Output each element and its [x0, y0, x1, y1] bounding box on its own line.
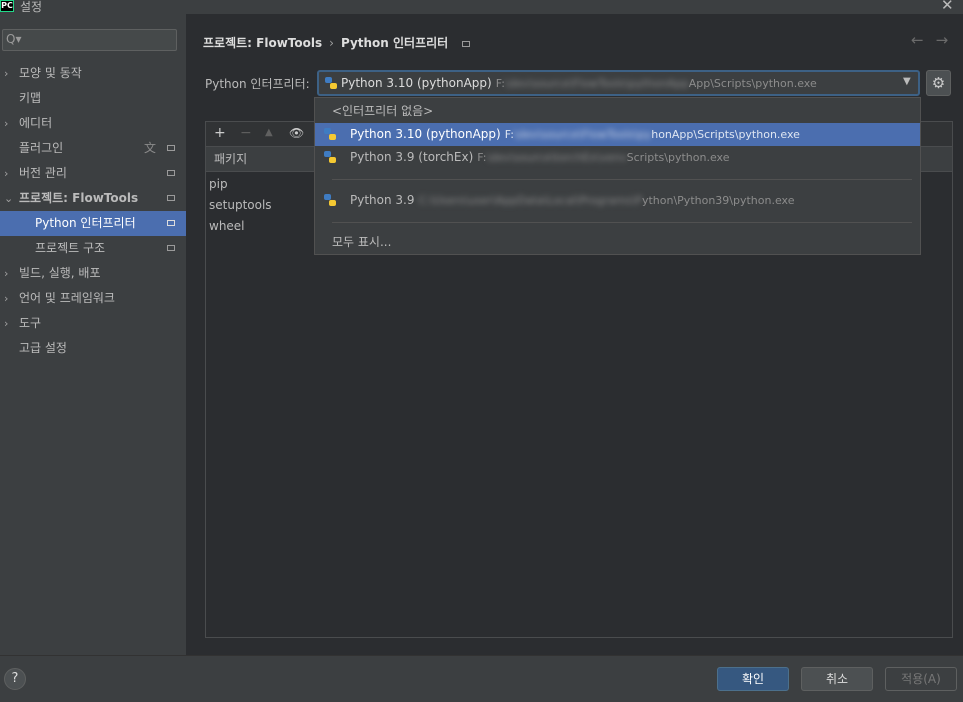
pycharm-logo-icon: PC: [0, 0, 14, 12]
dropdown-item-label: Python 3.9: [350, 193, 415, 207]
apply-button[interactable]: 적용(A): [885, 667, 957, 691]
dropdown-item-path-blurred: \dev\source\FlowTools\py: [513, 128, 652, 141]
add-package-icon[interactable]: +: [214, 125, 226, 141]
sidebar-item-label: 키맵: [19, 91, 42, 105]
breadcrumb-separator: ›: [329, 36, 334, 50]
breadcrumb: 프로젝트: FlowTools › Python 인터프리터: [203, 34, 471, 51]
chevron-right-icon: ›: [4, 167, 9, 180]
sidebar-item-version-control[interactable]: › 버전 관리: [0, 161, 186, 186]
project-level-icon: [167, 220, 175, 226]
dropdown-item-python39[interactable]: Python 3.9 C:\Users\user\AppData\Local\Pr…: [315, 189, 920, 212]
sidebar-item-appearance[interactable]: › 모양 및 동작: [0, 61, 186, 86]
python-icon: [324, 151, 336, 163]
sidebar-item-label: 프로젝트 구조: [35, 241, 106, 255]
title-bar: PC 설정 ✕: [0, 0, 963, 14]
sidebar-item-label: 빌드, 실행, 배포: [19, 266, 101, 280]
project-level-icon: [167, 170, 175, 176]
close-icon[interactable]: ✕: [941, 0, 954, 14]
chevron-right-icon: ›: [4, 292, 9, 305]
chevron-right-icon: ›: [4, 117, 9, 130]
sidebar-item-languages[interactable]: › 언어 및 프레임워크: [0, 286, 186, 311]
dropdown-item-python310[interactable]: Python 3.10 (pythonApp) F:\dev\source\Flo…: [315, 123, 920, 146]
sidebar-item-project[interactable]: ⌄ 프로젝트: FlowTools: [0, 186, 186, 211]
sidebar-item-advanced[interactable]: 고급 설정: [0, 336, 186, 361]
window-title: 설정: [20, 0, 43, 14]
interpreter-combobox[interactable]: Python 3.10 (pythonApp) F:\dev\source\Flo…: [317, 70, 920, 96]
dropdown-item-label: Python 3.9 (torchEx): [350, 150, 474, 164]
dropdown-item-path-blurred: \dev\source\torchEx\venv: [486, 151, 627, 164]
help-button[interactable]: ?: [4, 668, 26, 690]
sidebar-item-label: 에디터: [19, 116, 53, 130]
settings-search-input[interactable]: Q▾: [2, 29, 177, 51]
project-level-icon: [462, 40, 471, 47]
dropdown-item-label: Python 3.10 (pythonApp): [350, 127, 501, 141]
dropdown-item-path-blurred: C:\Users\user\AppData\Local\Programs\P: [418, 194, 642, 207]
project-level-icon: [167, 245, 175, 251]
dialog-footer: ? 확인 취소 적용(A): [0, 655, 963, 702]
column-header-package[interactable]: 패키지: [214, 147, 247, 171]
interpreter-path-prefix: F:: [495, 77, 505, 90]
table-row[interactable]: pip: [209, 177, 228, 191]
dropdown-arrow-icon[interactable]: ▼: [903, 76, 911, 87]
interpreter-path-suffix: App\Scripts\python.exe: [688, 77, 817, 90]
settings-sidebar: Q▾ › 모양 및 동작 키맵 › 에디터 플러그인 文 › 버전 관리 ⌄ 프…: [0, 14, 186, 655]
sidebar-item-tools[interactable]: › 도구: [0, 311, 186, 336]
chevron-right-icon: ›: [4, 67, 9, 80]
dropdown-item-label: 모두 표시...: [332, 235, 392, 249]
remove-package-icon[interactable]: −: [240, 125, 252, 141]
chevron-right-icon: ›: [4, 267, 9, 280]
forward-arrow-icon[interactable]: →: [936, 31, 961, 49]
project-level-icon: [167, 145, 175, 151]
sidebar-item-label: 언어 및 프레임워크: [19, 291, 115, 305]
table-row[interactable]: setuptools: [209, 198, 272, 212]
chevron-right-icon: ›: [4, 317, 9, 330]
chevron-down-icon: ⌄: [4, 192, 14, 205]
ok-button[interactable]: 확인: [717, 667, 789, 691]
back-arrow-icon[interactable]: ←: [911, 31, 936, 49]
gear-icon[interactable]: ⚙: [926, 70, 951, 96]
dropdown-item-path-suffix: honApp\Scripts\python.exe: [651, 128, 800, 141]
cancel-button[interactable]: 취소: [801, 667, 873, 691]
interpreter-path-blurred: \dev\source\FlowTools\pythonApp: [504, 77, 689, 90]
dropdown-item-show-all[interactable]: 모두 표시...: [315, 231, 920, 254]
breadcrumb-page: Python 인터프리터: [340, 36, 449, 50]
sidebar-item-keymap[interactable]: 키맵: [0, 86, 186, 111]
dropdown-separator: [332, 179, 912, 180]
dropdown-item-path-prefix: F:: [504, 128, 514, 141]
search-icon: Q▾: [6, 32, 22, 46]
dropdown-item-no-interpreter[interactable]: <인터프리터 없음>: [315, 100, 920, 123]
interpreter-dropdown-popup: <인터프리터 없음> Python 3.10 (pythonApp) F:\dev…: [314, 97, 921, 255]
sidebar-item-python-interpreter[interactable]: Python 인터프리터: [0, 211, 186, 236]
sidebar-item-editor[interactable]: › 에디터: [0, 111, 186, 136]
dropdown-item-path-suffix: Scripts\python.exe: [626, 151, 730, 164]
interpreter-label: Python 인터프리터:: [205, 77, 310, 91]
python-icon: [324, 194, 336, 206]
translate-icon: 文: [144, 141, 157, 155]
sidebar-item-plugins[interactable]: 플러그인 文: [0, 136, 186, 161]
sidebar-item-label: 플러그인: [19, 141, 64, 155]
table-row[interactable]: wheel: [209, 219, 245, 233]
project-level-icon: [167, 195, 175, 201]
eye-icon[interactable]: 👁: [289, 126, 304, 140]
dropdown-separator: [332, 222, 912, 223]
sidebar-item-label: 고급 설정: [19, 341, 67, 355]
dropdown-item-path-suffix: ython\Python39\python.exe: [641, 194, 795, 207]
dropdown-item-python39-torchex[interactable]: Python 3.9 (torchEx) F:\dev\source\torchE…: [315, 146, 920, 169]
sidebar-item-build[interactable]: › 빌드, 실행, 배포: [0, 261, 186, 286]
upgrade-package-icon[interactable]: ▲: [265, 127, 273, 138]
sidebar-item-project-structure[interactable]: 프로젝트 구조: [0, 236, 186, 261]
sidebar-item-label: Python 인터프리터: [35, 216, 136, 230]
interpreter-selected-name: Python 3.10 (pythonApp): [341, 76, 492, 90]
sidebar-item-label: 프로젝트: FlowTools: [19, 191, 139, 205]
dropdown-item-label: <인터프리터 없음>: [332, 104, 434, 118]
python-icon: [324, 128, 336, 140]
sidebar-item-label: 모양 및 동작: [19, 66, 82, 80]
sidebar-item-label: 도구: [19, 316, 42, 330]
sidebar-item-label: 버전 관리: [19, 166, 67, 180]
navigation-arrows[interactable]: ←→: [911, 31, 960, 49]
breadcrumb-project: 프로젝트: FlowTools: [203, 36, 323, 50]
python-icon: [325, 77, 337, 89]
